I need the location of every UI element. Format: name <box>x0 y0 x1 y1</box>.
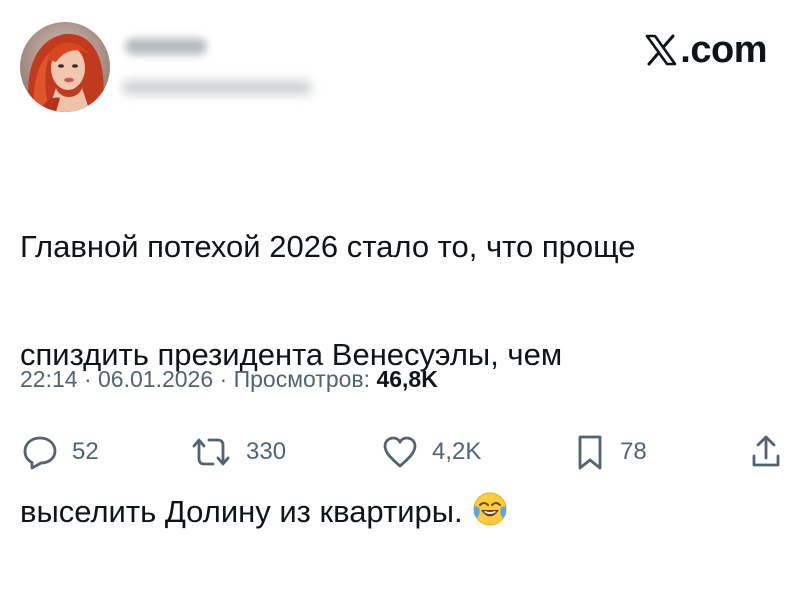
reply-button[interactable]: 52 <box>20 428 99 476</box>
views-count: 46,8K <box>376 366 438 392</box>
reply-icon <box>20 432 60 472</box>
repost-icon <box>188 432 234 472</box>
meta-separator: · <box>83 366 92 392</box>
bookmark-count: 78 <box>620 438 647 465</box>
share-button[interactable] <box>748 428 784 476</box>
user-avatar-photo <box>20 22 110 112</box>
user-handle-redacted <box>122 80 312 95</box>
x-logo-icon <box>644 33 678 67</box>
tweet-line-text: выселить Долину из квартиры. <box>20 494 463 529</box>
share-icon <box>748 432 784 472</box>
action-bar: 52 330 4,2K 78 <box>20 428 785 476</box>
reply-count: 52 <box>72 438 99 465</box>
tweet-time[interactable]: 22:14 <box>20 366 78 392</box>
repost-count: 330 <box>246 438 287 465</box>
tweet-date[interactable]: 06.01.2026 <box>98 366 213 392</box>
brand-text: .com <box>680 28 767 71</box>
like-button[interactable]: 4,2K <box>380 428 481 476</box>
avatar[interactable] <box>20 22 110 112</box>
heart-icon <box>380 432 420 472</box>
meta-separator: · <box>219 366 228 392</box>
bookmark-button[interactable]: 78 <box>572 428 647 476</box>
tweet-meta: 22:14 · 06.01.2026 · Просмотров: 46,8K <box>20 362 438 396</box>
display-name-redacted <box>125 38 207 55</box>
repost-button[interactable]: 330 <box>188 428 286 476</box>
bookmark-icon <box>572 432 608 472</box>
views-label: Просмотров: <box>233 366 371 392</box>
tweet-line: Главной потехой 2026 стало то, что проще <box>20 229 636 264</box>
like-count: 4,2K <box>432 438 482 465</box>
brand-logo: .com <box>644 27 767 73</box>
